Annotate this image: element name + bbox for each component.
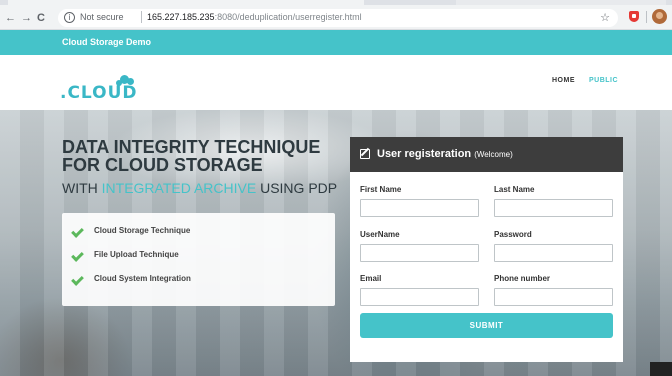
first-name-input[interactable] [360,199,479,217]
hero-headline: DATA INTEGRITY TECHNIQUE FOR CLOUD STORA… [62,138,320,174]
url-path: :8080/deduplication/userregister.html [214,12,362,22]
registration-panel: User registeration (Welcome) First Name … [350,137,623,362]
check-icon [71,249,84,262]
feature-list: Cloud Storage Technique File Upload Tech… [62,213,335,306]
feature-item: Cloud System Integration [62,273,335,290]
address-bar[interactable]: i Not secure 165.227.185.235:8080/dedupl… [58,9,618,27]
site-navbar: .CLOUD HOME PUBLIC [0,55,672,110]
subline-accent: INTEGRATED ARCHIVE [101,180,257,196]
last-name-label: Last Name [494,185,535,194]
topbar-title: Cloud Storage Demo [62,37,152,47]
feature-label: Cloud Storage Technique [94,226,191,235]
phone-input[interactable] [494,288,613,306]
profile-avatar[interactable] [652,9,667,24]
panel-subtitle: (Welcome) [474,150,513,159]
tab-strip [0,0,672,5]
edit-icon [360,149,370,159]
site-logo[interactable]: .CLOUD [58,75,158,105]
site-topbar: Cloud Storage Demo [0,30,672,55]
last-name-input[interactable] [494,199,613,217]
username-label: UserName [360,230,400,239]
subline-suffix: USING PDP [256,180,338,196]
nav-public-link[interactable]: PUBLIC [589,77,618,84]
feature-item: Cloud Storage Technique [62,225,335,242]
info-icon[interactable]: i [64,12,75,23]
feature-label: Cloud System Integration [94,274,191,283]
security-label[interactable]: Not secure [80,12,124,22]
nav-home-link[interactable]: HOME [552,77,575,84]
panel-title-text: User registeration [377,148,472,160]
forward-arrow-icon[interactable]: → [21,11,32,25]
check-icon [71,273,84,286]
panel-title: User registeration (Welcome) [377,148,513,160]
username-input[interactable] [360,244,479,262]
toolbar-divider [646,11,647,23]
panel-header: User registeration (Welcome) [350,137,623,172]
corner-widget[interactable] [650,362,672,376]
headline-line-1: DATA INTEGRITY TECHNIQUE [62,137,321,157]
url-text[interactable]: 165.227.185.235:8080/deduplication/userr… [147,12,362,22]
submit-button[interactable]: SUBMIT [360,313,613,338]
star-icon[interactable]: ☆ [600,11,610,24]
headline-line-2: FOR CLOUD STORAGE [62,155,263,175]
password-input[interactable] [494,244,613,262]
phone-label: Phone number [494,274,551,283]
inactive-tab[interactable] [456,0,666,5]
hero-subline: WITH INTEGRATED ARCHIVE USING PDP [62,180,337,196]
logo-text: .CLOUD [60,83,138,103]
active-tab[interactable] [8,0,364,5]
extension-icon[interactable] [629,11,639,22]
email-input[interactable] [360,288,479,306]
feature-item: File Upload Technique [62,249,335,266]
email-label: Email [360,274,382,283]
url-divider [141,11,142,23]
first-name-label: First Name [360,185,402,194]
password-label: Password [494,230,532,239]
reload-icon[interactable]: C [37,11,45,25]
feature-label: File Upload Technique [94,250,179,259]
check-icon [71,225,84,238]
back-arrow-icon[interactable]: ← [5,11,16,25]
browser-chrome: ← → C i Not secure 165.227.185.235:8080/… [0,0,672,30]
url-host: 165.227.185.235 [147,12,215,22]
subline-prefix: WITH [62,180,102,196]
